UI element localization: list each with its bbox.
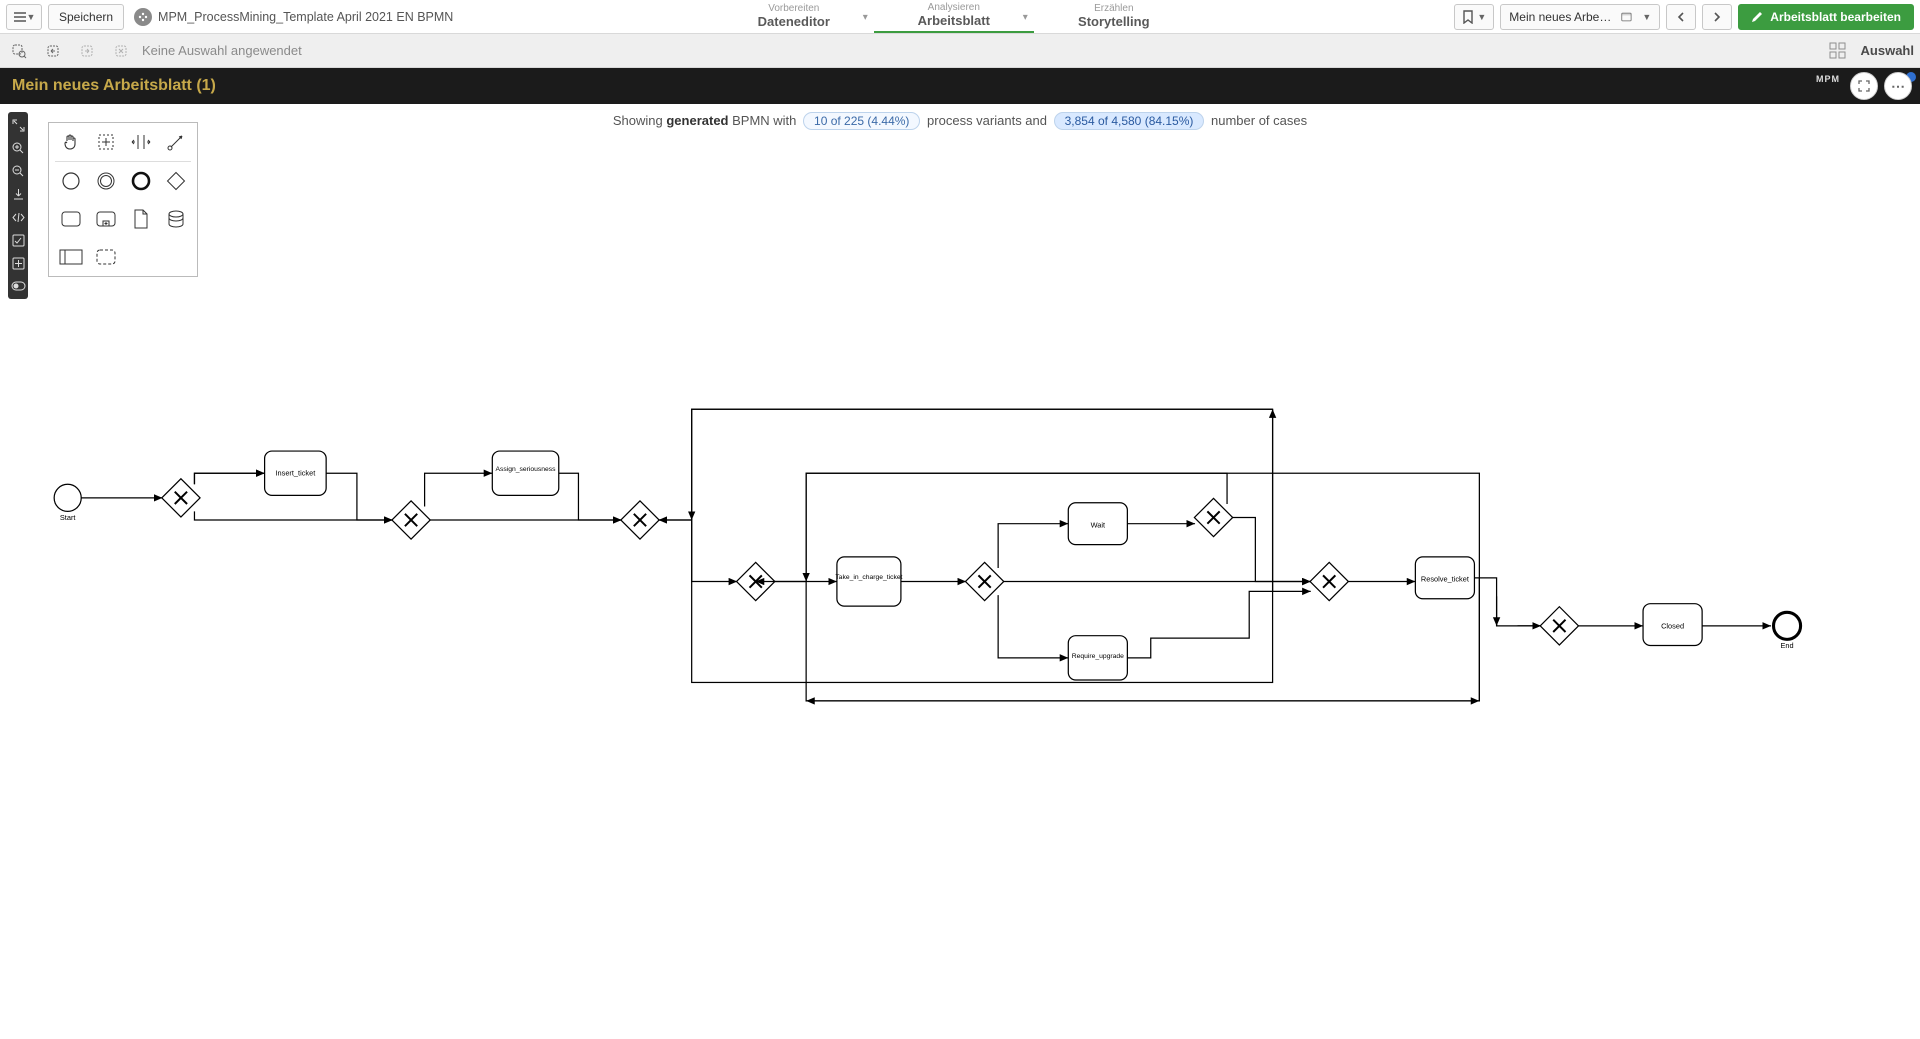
- selection-bar: Keine Auswahl angewendet Auswahl: [0, 34, 1920, 68]
- gateway-6[interactable]: [1194, 498, 1232, 536]
- step-back-button[interactable]: [40, 38, 66, 64]
- nav-tabs: Vorbereiten Dateneditor ▾ Analysieren Ar…: [714, 0, 1194, 33]
- bpmn-diagram[interactable]: Start Insert_ticket Assign_seriousness: [0, 104, 1920, 1039]
- pencil-icon: [1751, 10, 1764, 23]
- gateway-8[interactable]: [1540, 607, 1578, 645]
- tab-prepare[interactable]: Vorbereiten Dateneditor ▾: [714, 0, 874, 33]
- gateway-1[interactable]: [162, 479, 200, 517]
- sheet-header: Mein neues Arbeitsblatt (1) MPM ⋯: [0, 68, 1920, 104]
- gateway-2[interactable]: [392, 501, 430, 539]
- task-take-in-charge[interactable]: Take_in_charge_ticket: [835, 557, 902, 606]
- selections-label[interactable]: Auswahl: [1861, 43, 1914, 58]
- outer-loop-box: [692, 409, 1273, 682]
- app-title-text: MPM_ProcessMining_Template April 2021 EN…: [158, 10, 453, 24]
- gateway-5[interactable]: [965, 562, 1003, 600]
- svg-text:Require_upgrade: Require_upgrade: [1072, 653, 1124, 660]
- right-toolbar: ▼ Mein neues Arbeitsblat... ▼ Arbeitsbla…: [1454, 4, 1914, 30]
- task-insert-ticket[interactable]: Insert_ticket: [265, 451, 327, 495]
- svg-text:Insert_ticket: Insert_ticket: [275, 469, 315, 478]
- sheet-content: Showing generated BPMN with 10 of 225 (4…: [0, 104, 1920, 966]
- context-menu-button[interactable]: ⋯: [1884, 72, 1912, 100]
- sheet-icon: [1621, 11, 1632, 23]
- bookmark-button[interactable]: ▼: [1454, 4, 1494, 30]
- task-require-upgrade[interactable]: Require_upgrade: [1068, 636, 1127, 680]
- prev-sheet-button[interactable]: [1666, 4, 1696, 30]
- next-sheet-button[interactable]: [1702, 4, 1732, 30]
- chevron-down-icon: ▾: [1023, 12, 1028, 23]
- end-label: End: [1780, 641, 1793, 650]
- smart-search-button[interactable]: [6, 38, 32, 64]
- inner-loop-box: [806, 473, 1479, 701]
- app-icon: [134, 8, 152, 26]
- tab-story[interactable]: Erzählen Storytelling: [1034, 0, 1194, 33]
- svg-text:Assign_seriousness: Assign_seriousness: [496, 466, 557, 473]
- svg-text:Wait: Wait: [1091, 520, 1105, 529]
- start-label: Start: [60, 513, 76, 522]
- end-event[interactable]: [1774, 612, 1801, 639]
- top-toolbar: ▼ Speichern MPM_ProcessMining_Template A…: [0, 0, 1920, 34]
- gateway-3[interactable]: [621, 501, 659, 539]
- sheet-title: Mein neues Arbeitsblatt (1): [12, 77, 216, 95]
- svg-text:Closed: Closed: [1661, 621, 1684, 630]
- chevron-down-icon: ▾: [863, 12, 868, 23]
- gateway-7[interactable]: [1310, 562, 1348, 600]
- tab-analyze[interactable]: Analysieren Arbeitsblatt ▾: [874, 0, 1034, 33]
- task-closed[interactable]: Closed: [1643, 604, 1702, 646]
- svg-text:Take_in_charge_ticket: Take_in_charge_ticket: [835, 574, 902, 581]
- edit-sheet-button[interactable]: Arbeitsblatt bearbeiten: [1738, 4, 1914, 30]
- app-title: MPM_ProcessMining_Template April 2021 EN…: [134, 8, 453, 26]
- fullscreen-button[interactable]: [1850, 72, 1878, 100]
- clear-selections-button: [108, 38, 134, 64]
- svg-text:Resolve_ticket: Resolve_ticket: [1421, 575, 1469, 584]
- app-menu-button[interactable]: ▼: [6, 4, 42, 30]
- save-button[interactable]: Speichern: [48, 4, 124, 30]
- task-assign-seriousness[interactable]: Assign_seriousness: [492, 451, 558, 495]
- selection-message: Keine Auswahl angewendet: [142, 43, 302, 58]
- step-forward-button: [74, 38, 100, 64]
- sheet-selector[interactable]: Mein neues Arbeitsblat... ▼: [1500, 4, 1660, 30]
- task-resolve-ticket[interactable]: Resolve_ticket: [1415, 557, 1474, 599]
- task-wait[interactable]: Wait: [1068, 503, 1127, 545]
- start-event[interactable]: [54, 484, 81, 511]
- selections-tool-icon[interactable]: [1829, 42, 1847, 60]
- mpm-badge: MPM: [1816, 74, 1840, 84]
